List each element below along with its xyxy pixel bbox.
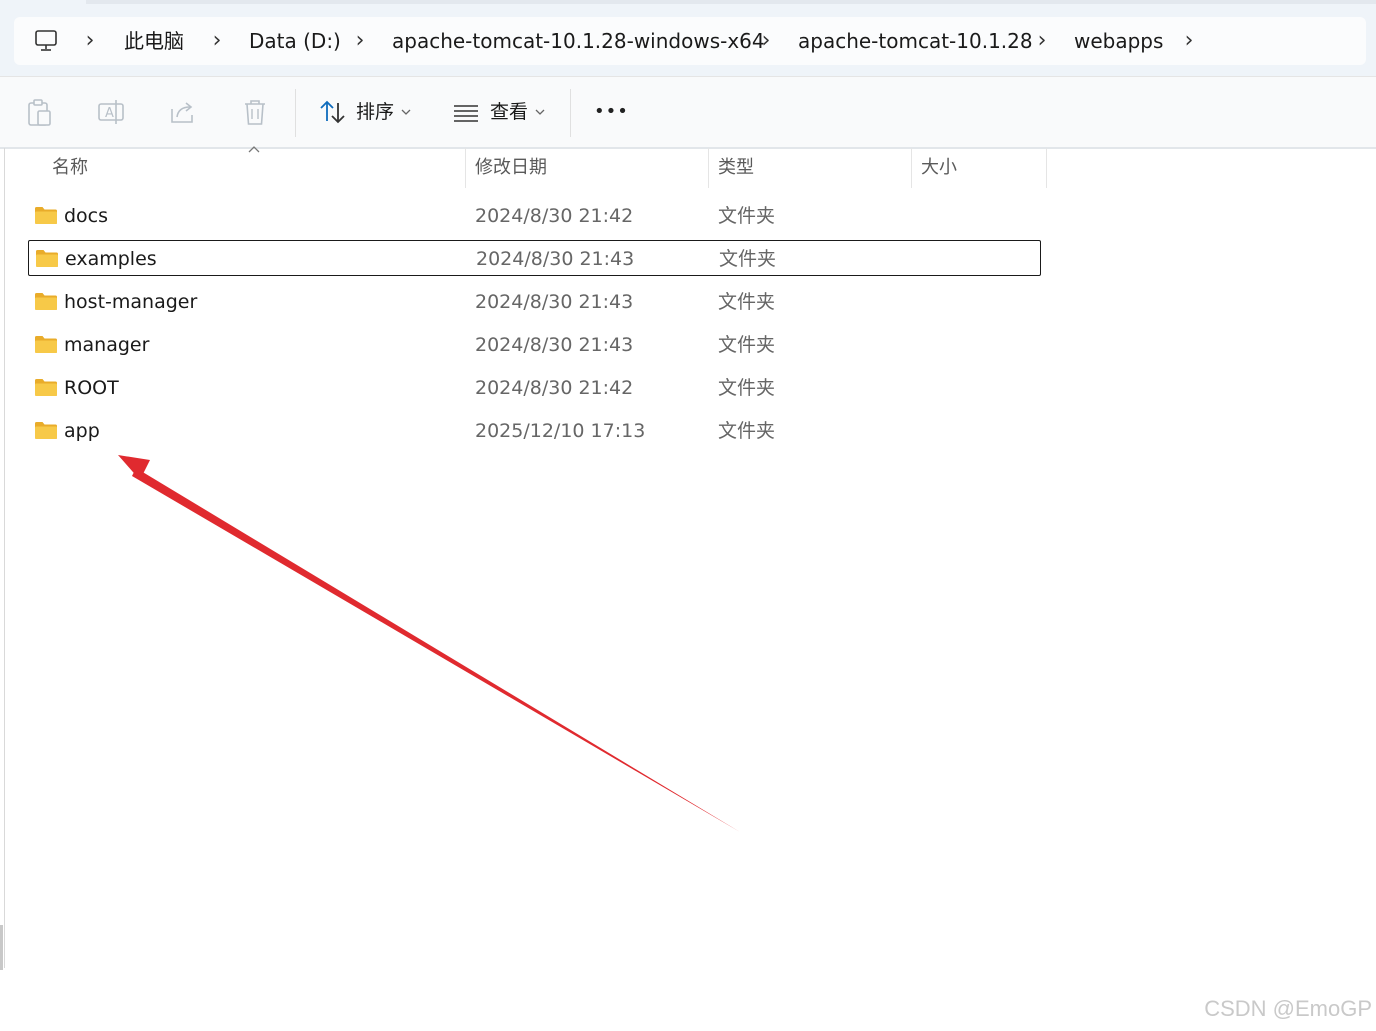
svg-text:A: A: [105, 106, 114, 121]
breadcrumb-webapps[interactable]: webapps: [1074, 17, 1163, 65]
chevron-down-icon[interactable]: [534, 107, 546, 117]
folder-icon: [35, 336, 57, 353]
view-icon[interactable]: [450, 95, 484, 129]
column-header-size[interactable]: 大小: [921, 148, 957, 188]
file-name[interactable]: ROOT: [64, 370, 119, 406]
file-row[interactable]: host-manager 2024/8/30 21:43 文件夹: [28, 284, 1041, 320]
command-bar: A 排序 查看 •••: [0, 76, 1376, 149]
file-type: 文件夹: [718, 334, 776, 356]
file-row[interactable]: docs 2024/8/30 21:42 文件夹: [28, 198, 1041, 234]
address-bar[interactable]: › 此电脑 › Data (D:) › apache-tomcat-10.1.2…: [14, 17, 1366, 65]
folder-icon: [35, 293, 57, 310]
toolbar-divider: [295, 89, 296, 137]
file-date: 2024/8/30 21:43: [475, 334, 634, 356]
pane-divider: [4, 148, 5, 968]
file-name[interactable]: host-manager: [64, 284, 197, 320]
file-date: 2024/8/30 21:42: [475, 377, 634, 399]
view-button[interactable]: 查看: [490, 77, 528, 147]
folder-icon: [35, 422, 57, 439]
file-row[interactable]: ROOT 2024/8/30 21:42 文件夹: [28, 370, 1041, 406]
file-name[interactable]: examples: [65, 241, 157, 277]
folder-icon: [35, 207, 57, 224]
monitor-icon[interactable]: [33, 29, 59, 53]
sort-ascending-icon: [248, 146, 260, 153]
pane-resize-handle[interactable]: [0, 925, 3, 970]
tab-strip-edge: [86, 0, 1376, 4]
sort-icon[interactable]: [316, 95, 350, 129]
file-row[interactable]: app 2025/12/10 17:13 文件夹: [28, 413, 1041, 449]
file-date: 2024/8/30 21:43: [475, 291, 634, 313]
chevron-down-icon[interactable]: [400, 107, 412, 117]
folder-icon: [36, 250, 58, 267]
file-type: 文件夹: [718, 377, 776, 399]
file-name[interactable]: docs: [64, 198, 108, 234]
file-date: 2025/12/10 17:13: [475, 420, 646, 442]
file-type: 文件夹: [718, 205, 776, 227]
rename-icon[interactable]: A: [94, 95, 128, 129]
toolbar-divider: [570, 89, 571, 137]
chevron-right-icon[interactable]: ›: [207, 17, 227, 65]
column-header-type[interactable]: 类型: [718, 148, 754, 188]
file-row[interactable]: manager 2024/8/30 21:43 文件夹: [28, 327, 1041, 363]
address-bar-region: › 此电脑 › Data (D:) › apache-tomcat-10.1.2…: [0, 0, 1376, 76]
chevron-right-icon[interactable]: ›: [350, 17, 370, 65]
breadcrumb-tomcat-windows[interactable]: apache-tomcat-10.1.28-windows-x64: [392, 17, 765, 65]
folder-icon: [35, 379, 57, 396]
file-type: 文件夹: [719, 248, 777, 270]
paste-icon[interactable]: [22, 95, 56, 129]
breadcrumb-drive-d[interactable]: Data (D:): [249, 17, 341, 65]
watermark: CSDN @EmoGP: [1204, 996, 1372, 1021]
file-type: 文件夹: [718, 291, 776, 313]
chevron-right-icon[interactable]: ›: [756, 17, 776, 65]
delete-icon[interactable]: [238, 95, 272, 129]
column-divider[interactable]: [465, 148, 466, 188]
column-header-name[interactable]: 名称: [52, 148, 88, 188]
column-divider[interactable]: [1046, 148, 1047, 188]
chevron-right-icon[interactable]: ›: [80, 17, 100, 65]
chevron-right-icon[interactable]: ›: [1179, 17, 1199, 65]
file-date: 2024/8/30 21:42: [475, 205, 634, 227]
file-name[interactable]: app: [64, 413, 100, 449]
breadcrumb-this-pc[interactable]: 此电脑: [124, 17, 184, 65]
chevron-right-icon[interactable]: ›: [1032, 17, 1052, 65]
annotation-arrow: [118, 455, 740, 832]
file-explorer-window: › 此电脑 › Data (D:) › apache-tomcat-10.1.2…: [0, 0, 1376, 1031]
column-divider[interactable]: [911, 148, 912, 188]
share-icon[interactable]: [166, 95, 200, 129]
file-date: 2024/8/30 21:43: [476, 248, 635, 270]
sort-button[interactable]: 排序: [356, 77, 394, 147]
file-row[interactable]: examples 2024/8/30 21:43 文件夹: [28, 240, 1041, 276]
column-divider[interactable]: [708, 148, 709, 188]
file-type: 文件夹: [718, 420, 776, 442]
file-name[interactable]: manager: [64, 327, 149, 363]
more-options-button[interactable]: •••: [594, 77, 629, 147]
breadcrumb-tomcat[interactable]: apache-tomcat-10.1.28: [798, 17, 1033, 65]
column-header-date[interactable]: 修改日期: [475, 148, 547, 188]
